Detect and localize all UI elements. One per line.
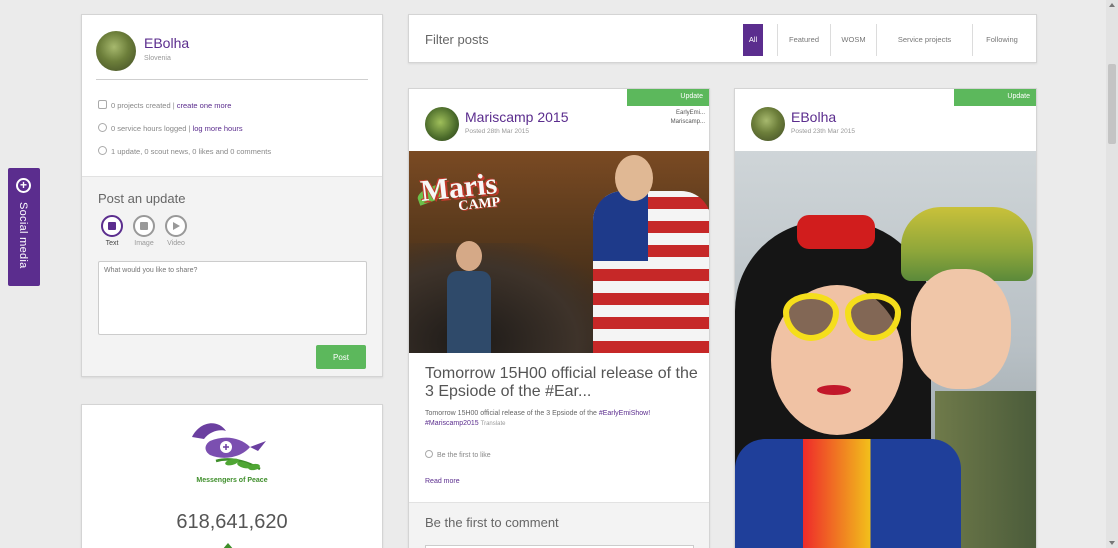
post-image[interactable]: Maris CAMP (409, 151, 709, 353)
camera-icon (140, 222, 148, 230)
calendar-icon (98, 100, 107, 109)
heart-sunglasses (783, 293, 905, 347)
clock-icon (98, 123, 107, 132)
post-author[interactable]: EBolha (791, 109, 836, 125)
update-badge: Update (627, 89, 709, 106)
post-body-text: Tomorrow 15H00 official release of the 3… (425, 410, 597, 417)
messengers-of-peace-logo (192, 423, 266, 471)
avatar[interactable] (96, 31, 136, 71)
activity-icon (98, 146, 107, 155)
scroll-up-icon[interactable] (1109, 3, 1115, 7)
filter-tab-service-projects[interactable]: Service projects (876, 24, 972, 56)
filter-tab-following[interactable]: Following (972, 24, 1031, 56)
post-type-text[interactable]: Text (98, 215, 126, 247)
likes-text: Be the first to like (437, 452, 491, 459)
post-tag[interactable]: Mariscamp... (631, 118, 705, 127)
hours-text: 0 service hours logged | (111, 124, 191, 133)
mariscamp-logo: Maris CAMP (418, 167, 501, 215)
profile-card: EBolha Slovenia 0 projects created | cre… (81, 14, 383, 377)
post-tag[interactable]: EarlyEmi... (631, 109, 705, 118)
filter-tab-featured[interactable]: Featured (777, 24, 830, 56)
log-hours-link[interactable]: log more hours (193, 124, 243, 133)
activity-text: 1 update, 0 scout news, 0 likes and 0 co… (111, 147, 272, 156)
filter-title: Filter posts (425, 32, 489, 47)
scroll-down-icon[interactable] (1109, 541, 1115, 545)
scrollbar-thumb[interactable] (1108, 64, 1116, 144)
post-author[interactable]: Mariscamp 2015 (465, 109, 569, 125)
post-image[interactable] (735, 151, 1036, 548)
messengers-label: Messengers of Peace (196, 477, 268, 484)
divider (96, 79, 368, 80)
activity-stat: 1 update, 0 scout news, 0 likes and 0 co… (98, 146, 271, 156)
play-icon (173, 222, 180, 230)
post-date: Posted 23th Mar 2015 (791, 128, 855, 135)
post-card: Update EBolha Posted 23th Mar 2015 (734, 88, 1037, 548)
likes-row[interactable]: Be the first to like (425, 450, 491, 459)
post-type-label: Video (167, 240, 185, 247)
post-date: Posted 28th Mar 2015 (465, 128, 529, 135)
share-input[interactable] (98, 261, 367, 335)
update-badge: Update (954, 89, 1036, 106)
post-type-label: Text (105, 240, 119, 247)
comment-area: Be the first to comment (409, 502, 709, 548)
social-media-label: Social media (17, 202, 29, 269)
post-update-title: Post an update (98, 191, 186, 206)
post-type-video[interactable]: Video (162, 215, 190, 247)
arrow-up-icon (222, 543, 234, 548)
like-icon (425, 450, 433, 458)
post-type-label: Image (134, 240, 154, 247)
create-project-link[interactable]: create one more (177, 101, 232, 110)
plus-circle-icon: + (16, 178, 31, 193)
messengers-of-peace-card: Messengers of Peace 618,641,620 (81, 404, 383, 548)
post-title[interactable]: Tomorrow 15H00 official release of the 3… (425, 365, 701, 401)
social-media-tab[interactable]: + Social media (8, 168, 40, 286)
post-card: Update EarlyEmi... Mariscamp... Mariscam… (408, 88, 710, 548)
translate-link[interactable]: Translate (481, 421, 506, 427)
hours-stat: 0 service hours logged | log more hours (98, 123, 243, 133)
filter-tab-wosm[interactable]: WOSM (830, 24, 876, 56)
profile-country: Slovenia (144, 55, 171, 62)
text-icon (108, 222, 116, 230)
projects-text: 0 projects created | (111, 101, 175, 110)
avatar[interactable] (425, 107, 459, 141)
filter-bar: Filter posts All Featured WOSM Service p… (408, 14, 1037, 63)
read-more-link[interactable]: Read more (425, 478, 460, 485)
messengers-count: 618,641,620 (176, 511, 288, 533)
comment-prompt: Be the first to comment (425, 515, 559, 530)
avatar[interactable] (751, 107, 785, 141)
filter-tab-all[interactable]: All (743, 24, 763, 56)
post-type-image[interactable]: Image (130, 215, 158, 247)
projects-stat: 0 projects created | create one more (98, 100, 231, 110)
profile-name[interactable]: EBolha (144, 35, 189, 51)
post-body: Tomorrow 15H00 official release of the 3… (425, 409, 705, 429)
scrollbar[interactable] (1106, 0, 1118, 548)
post-button[interactable]: Post (316, 345, 366, 369)
post-tags: EarlyEmi... Mariscamp... (631, 109, 705, 127)
post-update-panel: Post an update Text Image Video Post (82, 176, 382, 376)
